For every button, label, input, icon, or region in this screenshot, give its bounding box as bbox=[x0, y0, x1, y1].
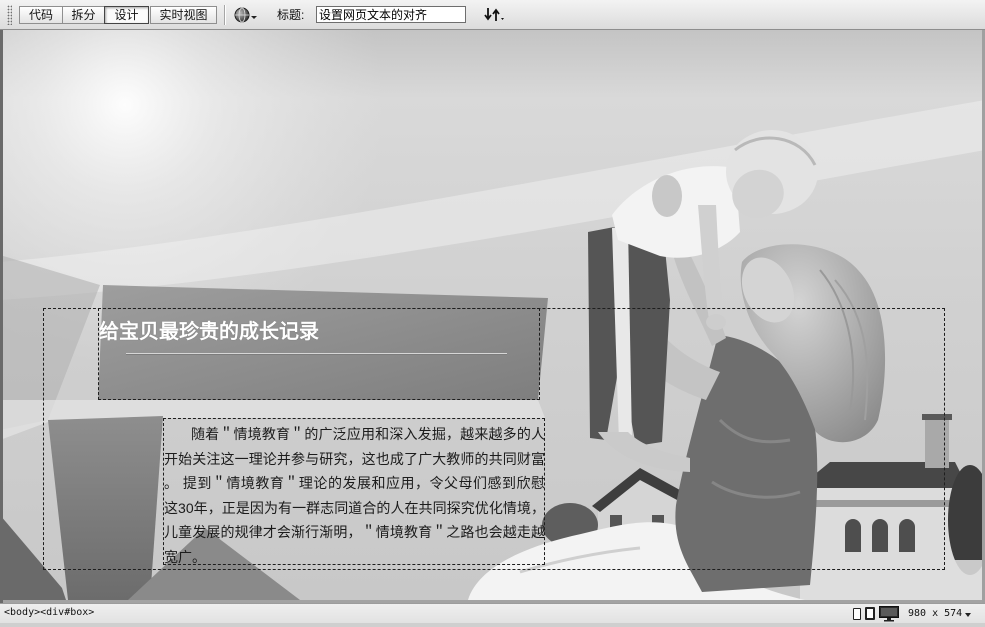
chevron-down-icon[interactable] bbox=[965, 613, 971, 617]
live-view-button[interactable]: 实时视图 bbox=[150, 6, 217, 24]
toolbar-separator bbox=[224, 5, 226, 25]
canvas-left-edge bbox=[0, 30, 3, 603]
paragraph-line: 宽广。 bbox=[164, 548, 206, 565]
design-view-button[interactable]: 设计 bbox=[104, 6, 149, 24]
paragraph-line: 随着＂情境教育＂的广泛应用和深入发掘，越来越多的人 bbox=[191, 426, 545, 442]
paragraph[interactable]: 随着＂情境教育＂的广泛应用和深入发掘，越来越多的人 开始关注这一理论并参与研究，… bbox=[164, 422, 545, 569]
title-label: 标题: bbox=[277, 8, 305, 22]
page-heading[interactable]: 给宝贝最珍贵的成长记录 bbox=[99, 319, 319, 345]
tag-div-box[interactable]: <div#box> bbox=[40, 607, 94, 618]
file-management-icon[interactable] bbox=[483, 7, 505, 23]
desktop-size-icon[interactable] bbox=[879, 606, 899, 622]
mobile-size-icon[interactable] bbox=[853, 608, 861, 620]
paragraph-line: 这30年，正是因为有一群志同道合的人在共同探究优化情境， bbox=[164, 499, 545, 516]
document-toolbar: 代码 拆分 设计 实时视图 标题: bbox=[0, 0, 985, 30]
globe-icon[interactable] bbox=[234, 7, 250, 23]
tablet-size-icon[interactable] bbox=[865, 607, 875, 620]
tag-body[interactable]: <body> bbox=[4, 607, 40, 618]
status-bar: <body><div#box> 980 x 574 bbox=[0, 603, 985, 623]
design-view[interactable]: 给宝贝最珍贵的成长记录 随着＂情境教育＂的广泛应用和深入发掘，越来越多的人 开始… bbox=[0, 30, 985, 603]
paragraph-line: 。 提到＂情境教育＂理论的发展和应用，令父母们感到欣慰 bbox=[164, 475, 545, 491]
paragraph-line: 儿童发展的规律才会渐行渐明，＂情境教育＂之路也会越走越 bbox=[164, 524, 545, 540]
toolbar-grip[interactable] bbox=[7, 5, 12, 25]
heading-divider bbox=[126, 353, 507, 355]
code-view-button[interactable]: 代码 bbox=[19, 6, 63, 24]
window-size[interactable]: 980 x 574 bbox=[908, 608, 962, 620]
title-input[interactable] bbox=[316, 6, 466, 23]
chevron-down-icon[interactable] bbox=[251, 16, 257, 19]
mother-hand bbox=[652, 175, 682, 217]
split-view-button[interactable]: 拆分 bbox=[62, 6, 105, 24]
paragraph-line: 开始关注这一理论并参与研究，这也成了广大教师的共同财富 bbox=[164, 450, 545, 467]
tag-selector: <body><div#box> bbox=[4, 607, 94, 619]
